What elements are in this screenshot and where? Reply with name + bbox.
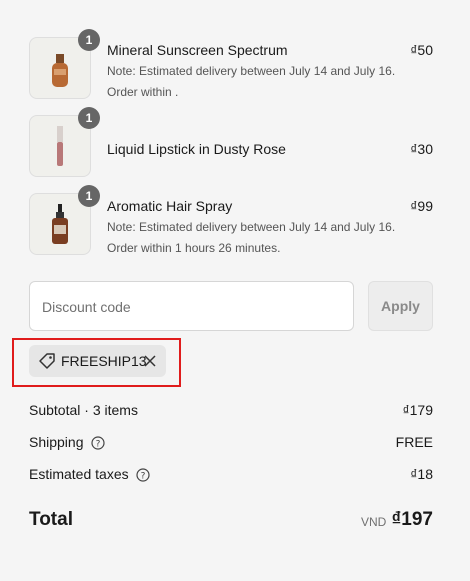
order-within-note: Order within .: [107, 85, 179, 99]
apply-discount-button[interactable]: Apply: [368, 281, 433, 331]
applied-code-label: FREESHIP13: [61, 353, 147, 369]
delivery-note: Note: Estimated delivery between July 14…: [107, 64, 396, 78]
delivery-note: Note: Estimated delivery between July 14…: [107, 220, 396, 234]
quantity-badge: 1: [78, 185, 100, 207]
taxes-label-wrap: Estimated taxes?: [29, 466, 150, 482]
total-currency: VND: [361, 515, 387, 529]
subtotal-label: Subtotal · 3 items: [29, 402, 138, 418]
order-within-note: Order within 1 hours 26 minutes.: [107, 241, 281, 255]
product-name: Mineral Sunscreen Spectrum: [107, 42, 288, 58]
product-price: ₫99: [410, 198, 433, 214]
subtotal-value: ₫179: [402, 402, 433, 418]
taxes-value: ₫18: [410, 466, 433, 482]
help-icon[interactable]: ?: [90, 436, 105, 450]
discount-code-placeholder: Discount code: [42, 299, 131, 315]
applied-discount-chip: FREESHIP13: [29, 345, 166, 377]
product-price: ₫30: [410, 141, 433, 157]
svg-text:?: ?: [95, 440, 100, 450]
product-name: Aromatic Hair Spray: [107, 198, 233, 214]
svg-text:?: ?: [140, 472, 145, 482]
shipping-label-wrap: Shipping?: [29, 434, 105, 450]
taxes-label: Estimated taxes: [29, 466, 129, 482]
product-price: ₫50: [410, 42, 433, 58]
shipping-value: FREE: [395, 434, 433, 450]
product-name: Liquid Lipstick in Dusty Rose: [107, 141, 286, 157]
quantity-badge: 1: [78, 29, 100, 51]
shipping-label: Shipping: [29, 434, 84, 450]
total-label: Total: [29, 509, 73, 530]
close-icon[interactable]: [143, 354, 157, 368]
line-item: 1 Aromatic Hair Spray ₫99 Note: Estimate…: [29, 185, 433, 257]
discount-code-input[interactable]: Discount code: [29, 281, 354, 331]
quantity-badge: 1: [78, 107, 100, 129]
total-value: ₫197: [391, 509, 433, 530]
line-item: 1 Liquid Lipstick in Dusty Rose ₫30: [29, 107, 433, 179]
help-icon[interactable]: ?: [136, 468, 150, 482]
line-item: 1 Mineral Sunscreen Spectrum ₫50 Note: E…: [29, 29, 433, 101]
tag-icon: [39, 353, 55, 369]
